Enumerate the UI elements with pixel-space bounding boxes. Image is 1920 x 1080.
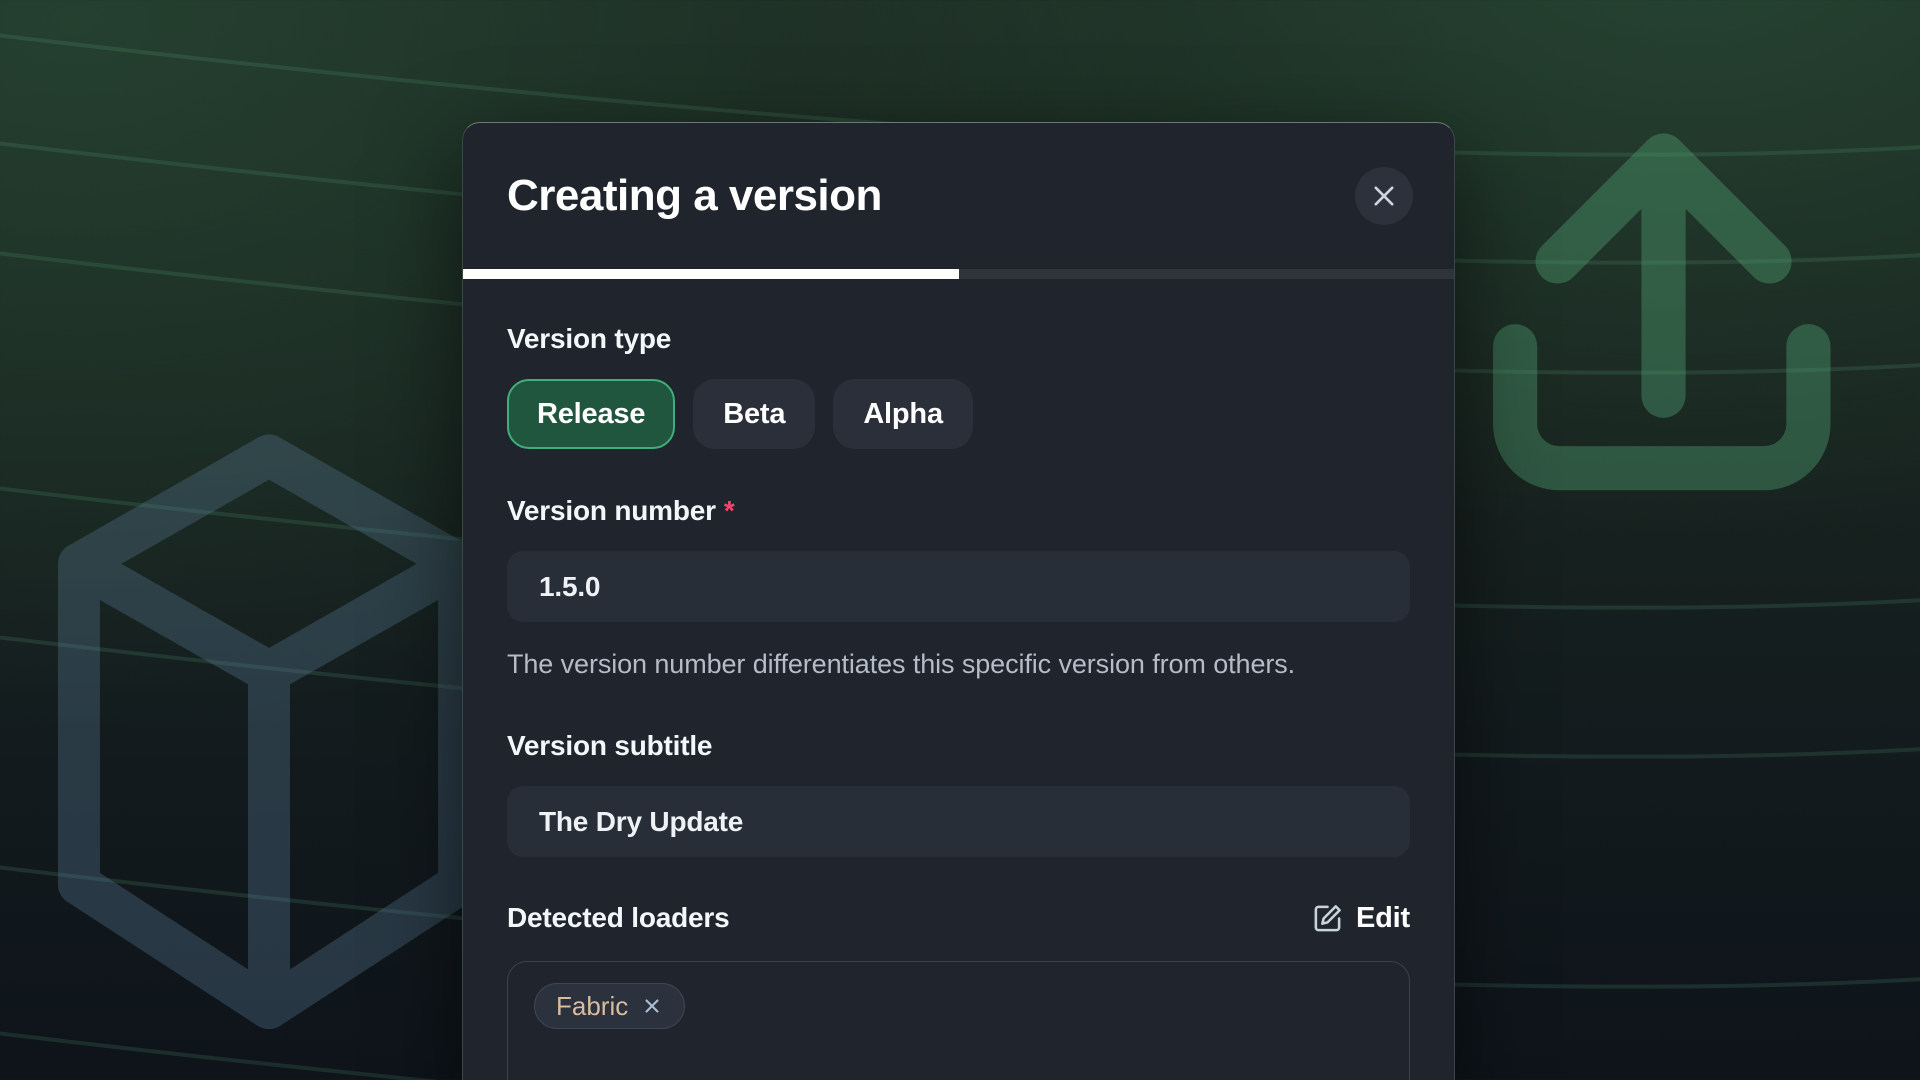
version-number-label: Version number * (507, 495, 1410, 527)
upload-arrow-icon (1448, 90, 1872, 546)
create-version-modal: Creating a version Version type Release … (462, 122, 1455, 1080)
modal-body: Version type Release Beta Alpha Version … (463, 279, 1454, 1080)
close-button[interactable] (1355, 167, 1413, 225)
version-number-help: The version number differentiates this s… (507, 642, 1367, 686)
package-cube-icon (48, 428, 490, 1040)
remove-loader-button[interactable] (641, 995, 663, 1017)
detected-loaders-box: Fabric (507, 961, 1410, 1080)
version-number-label-text: Version number (507, 495, 716, 526)
detected-loaders-label: Detected loaders (507, 901, 729, 935)
version-type-option-alpha[interactable]: Alpha (833, 379, 973, 449)
required-asterisk: * (724, 495, 735, 526)
modal-title: Creating a version (507, 171, 882, 221)
remove-x-icon (641, 995, 663, 1017)
version-type-label: Version type (507, 323, 1410, 355)
modal-header: Creating a version (463, 123, 1454, 269)
edit-loaders-button[interactable]: Edit (1312, 902, 1410, 935)
version-type-option-release[interactable]: Release (507, 379, 675, 449)
progress-fill (463, 269, 959, 279)
loader-chip-label: Fabric (556, 991, 628, 1022)
close-icon (1370, 182, 1398, 210)
edit-pencil-icon (1312, 903, 1343, 934)
version-type-option-beta[interactable]: Beta (693, 379, 815, 449)
version-subtitle-label: Version subtitle (507, 730, 1410, 762)
detected-loaders-row: Detected loaders Edit (507, 901, 1410, 935)
version-type-options: Release Beta Alpha (507, 379, 1410, 449)
progress-bar (463, 269, 1454, 279)
edit-label: Edit (1356, 902, 1410, 935)
version-subtitle-input[interactable] (507, 786, 1410, 857)
loader-chip-fabric: Fabric (534, 983, 685, 1029)
version-number-input[interactable] (507, 551, 1410, 622)
